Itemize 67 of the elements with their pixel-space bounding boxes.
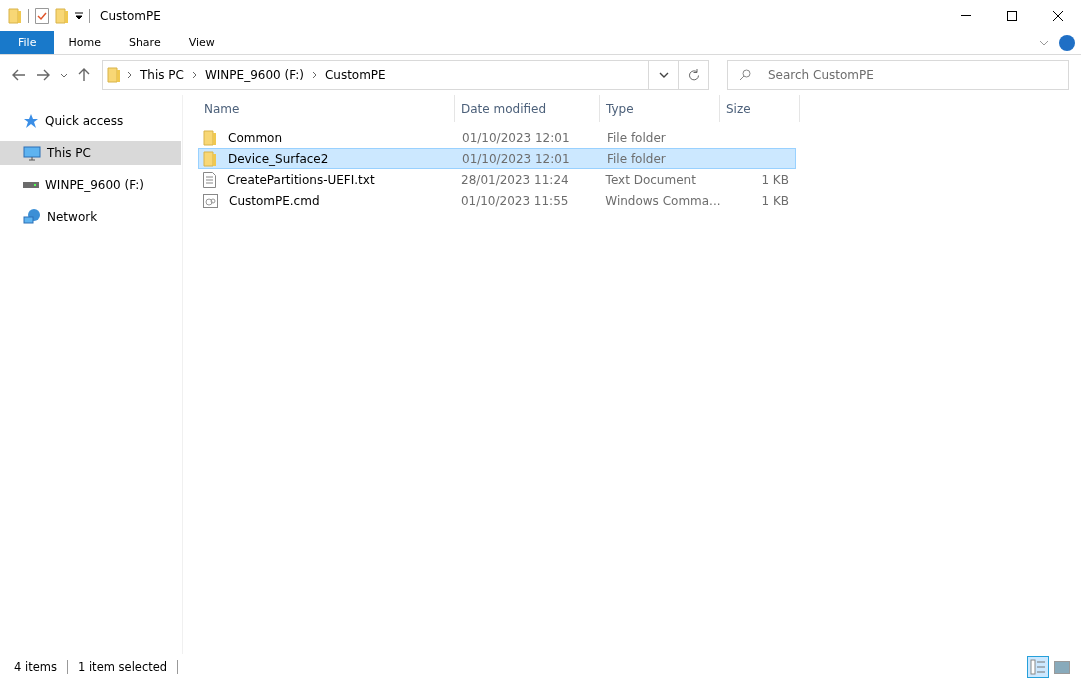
dropdown-icon[interactable]	[75, 11, 83, 20]
forward-arrow-icon	[36, 69, 50, 81]
file-name: CustomPE.cmd	[228, 193, 321, 208]
file-name: CreatePartitions-UEFI.txt	[226, 172, 376, 187]
breadcrumb[interactable]: CustomPE	[322, 68, 388, 82]
properties-icon[interactable]	[35, 7, 49, 24]
back-arrow-icon	[12, 69, 26, 81]
up-button[interactable]	[76, 66, 92, 84]
network-icon	[23, 208, 41, 226]
text-file-icon	[203, 171, 216, 188]
column-header[interactable]: Type	[600, 95, 720, 122]
window-title: CustomPE	[100, 8, 161, 23]
chevron-down-icon	[60, 72, 68, 78]
chevron-right-icon[interactable]	[127, 71, 132, 79]
close-icon	[1053, 10, 1063, 21]
ribbon-tab[interactable]: File	[0, 31, 55, 54]
type-cell-text: Windows Comma...	[604, 193, 720, 208]
sidebar-item[interactable]: WINPE_9600 (F:)	[0, 173, 181, 197]
chevron-down-icon	[658, 72, 669, 78]
ribbon-tab[interactable]: Home	[54, 31, 115, 54]
chevron-right-icon[interactable]	[191, 71, 197, 79]
date-cell-text: 28/01/2023 11:24	[460, 172, 570, 187]
details-view-button[interactable]	[1027, 656, 1049, 678]
type-cell-text: File folder	[606, 151, 667, 166]
chevron-down-icon[interactable]	[1039, 39, 1049, 46]
column-header[interactable]: Name	[198, 95, 455, 122]
chevron-right-icon[interactable]	[311, 71, 317, 79]
type-cell-text: Text Document	[604, 172, 697, 187]
file-row[interactable]: Device_Surface2 01/10/2023 12:01 File folder	[198, 148, 796, 169]
column-header[interactable]: Size	[720, 95, 800, 122]
sidebar-item[interactable]: This PC	[0, 141, 181, 165]
date-cell-text: 01/10/2023 11:55	[459, 193, 570, 208]
search-field[interactable]: Search CustomPE	[727, 60, 1069, 90]
address-bar[interactable]: This PC WINPE_9600 (F:) CustomPE	[102, 60, 709, 90]
up-arrow-icon	[78, 68, 90, 82]
forward-button[interactable]	[34, 67, 52, 83]
sidebar-item[interactable]: Network	[0, 205, 181, 229]
date-cell-text: 01/10/2023 12:01	[461, 151, 571, 166]
star-icon	[23, 113, 39, 129]
breadcrumb[interactable]: This PC	[138, 68, 186, 82]
monitor-icon	[23, 145, 41, 161]
size-cell-text: 1 KB	[760, 172, 790, 187]
file-name: Common	[227, 130, 284, 145]
sidebar-item[interactable]: Quick access	[0, 109, 181, 133]
file-name: Device_Surface2	[227, 151, 330, 166]
ribbon-tab[interactable]: View	[174, 31, 229, 54]
column-header[interactable]: Date modified	[455, 95, 600, 122]
folder-icon	[203, 129, 217, 146]
refresh-icon	[687, 69, 700, 81]
type-cell-text: File folder	[606, 130, 667, 145]
folder-icon	[203, 150, 217, 167]
size-cell-text: 1 KB	[760, 193, 790, 208]
drive-icon	[23, 181, 39, 189]
file-row[interactable]: CustomPE.cmd 01/10/2023 11:55 Windows Comma... 1 KB	[198, 190, 796, 211]
ribbon-tab[interactable]: Share	[114, 31, 175, 54]
back-button[interactable]	[10, 67, 28, 83]
script-file-icon	[203, 193, 218, 208]
folder-icon	[107, 67, 121, 83]
breadcrumb[interactable]: WINPE_9600 (F:)	[202, 68, 306, 82]
file-row[interactable]: CreatePartitions-UEFI.txt 28/01/2023 11:24 Text Document 1 KB	[198, 169, 796, 190]
file-row[interactable]: Common 01/10/2023 12:01 File folder	[198, 127, 796, 148]
selection-count: 1 item selected	[77, 660, 168, 674]
search-icon	[739, 69, 751, 81]
minimize-icon	[961, 15, 971, 16]
date-cell-text: 01/10/2023 12:01	[461, 130, 571, 145]
maximize-icon	[1007, 10, 1017, 21]
item-count: 4 items	[14, 660, 57, 674]
